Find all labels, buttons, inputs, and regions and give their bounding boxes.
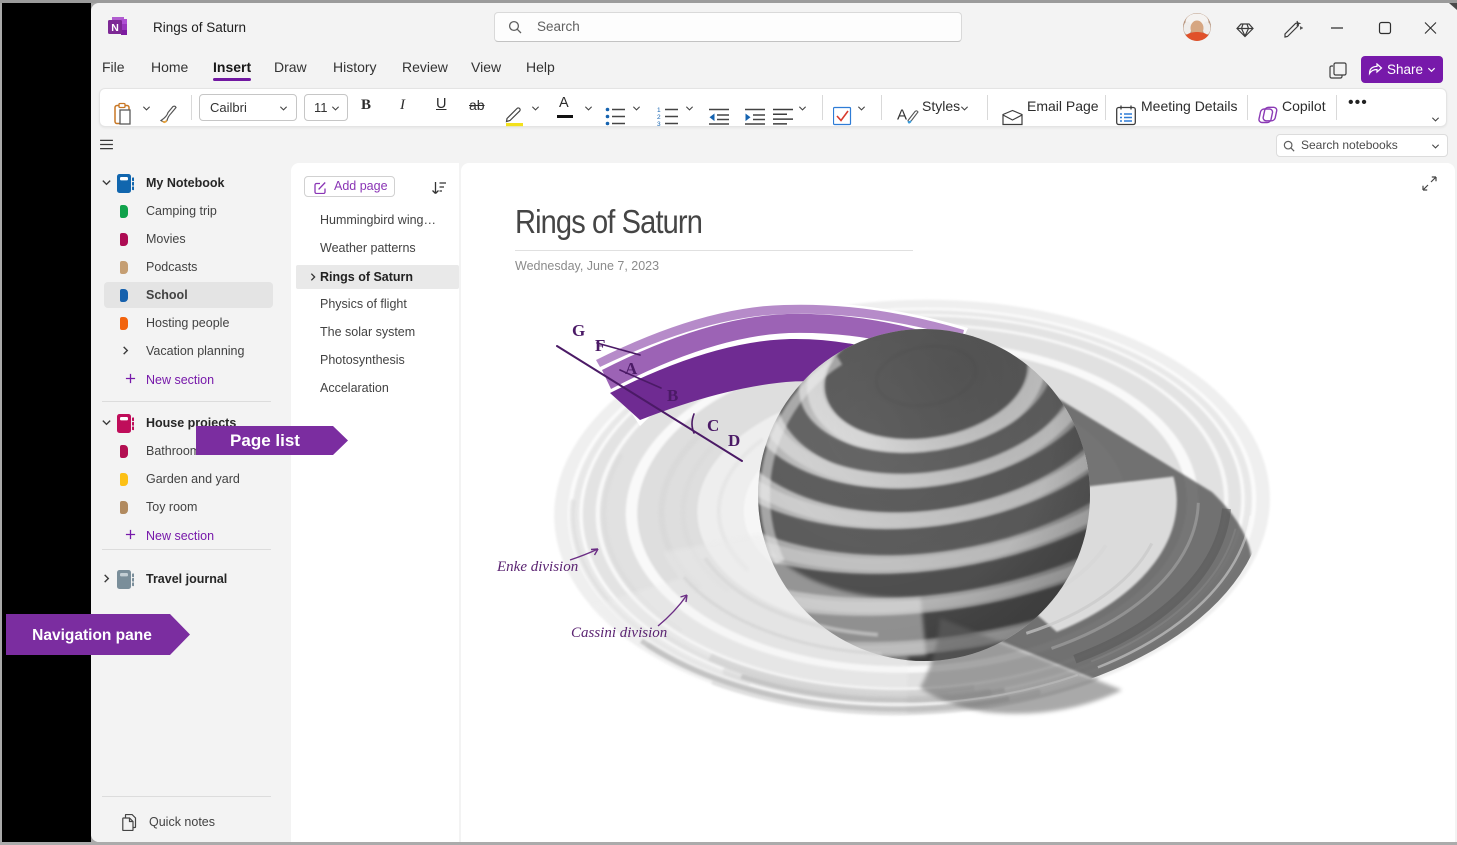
svg-text:Cassini division: Cassini division <box>571 625 667 641</box>
svg-text:Page list: Page list <box>230 431 300 450</box>
svg-text:D: D <box>728 431 740 450</box>
svg-text:G: G <box>572 321 585 340</box>
svg-text:A: A <box>625 359 638 378</box>
svg-text:Enke division: Enke division <box>496 559 578 575</box>
svg-text:C: C <box>707 416 719 435</box>
svg-text:F: F <box>595 336 605 355</box>
svg-text:B: B <box>667 386 678 405</box>
svg-text:Navigation pane: Navigation pane <box>32 627 152 644</box>
